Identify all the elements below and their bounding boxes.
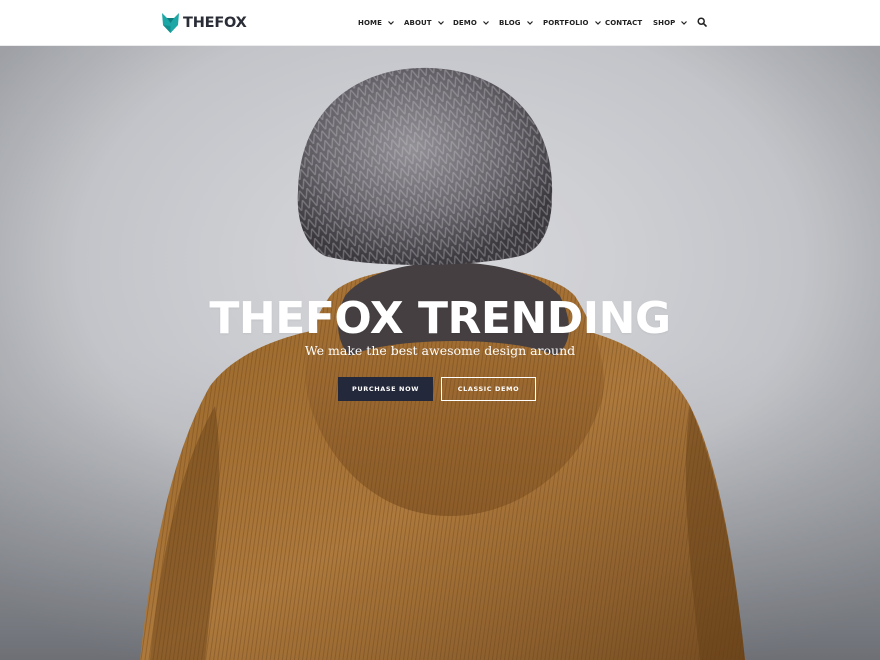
chevron-down-icon — [482, 21, 489, 25]
search-icon[interactable] — [697, 17, 707, 27]
main-nav: HOME ABOUT DEMO BLOG PORTFOLIO CONTACT S… — [0, 0, 880, 46]
hero-title: THEFOX TRENDING — [209, 293, 671, 344]
nav-item-portfolio[interactable]: PORTFOLIO — [543, 17, 602, 29]
nav-item-contact[interactable]: CONTACT — [605, 17, 642, 29]
chevron-down-icon — [681, 21, 688, 25]
nav-item-demo[interactable]: DEMO — [453, 17, 490, 29]
chevron-down-icon — [526, 21, 533, 25]
classic-demo-button[interactable]: CLASSIC DEMO — [441, 377, 536, 401]
chevron-down-icon — [388, 21, 394, 25]
chevron-down-icon — [594, 21, 601, 25]
nav-item-label: CONTACT — [605, 19, 643, 27]
nav-item-label: HOME — [358, 19, 382, 27]
nav-item-label: ABOUT — [404, 19, 432, 27]
nav-item-home[interactable]: HOME — [358, 17, 395, 29]
site-header: THEFOX HOME ABOUT DEMO BLOG PORTFOLIO CO… — [0, 0, 880, 46]
nav-item-shop[interactable]: SHOP — [653, 17, 688, 29]
hero-subtitle: We make the best awesome design around — [304, 343, 576, 358]
purchase-now-button[interactable]: PURCHASE NOW — [338, 377, 433, 401]
nav-item-about[interactable]: ABOUT — [404, 17, 445, 29]
nav-item-label: DEMO — [453, 19, 477, 27]
nav-item-label: BLOG — [499, 19, 521, 27]
hero-section: THEFOX TRENDING We make the best awesome… — [0, 46, 880, 660]
nav-item-blog[interactable]: BLOG — [499, 17, 534, 29]
nav-item-label: PORTFOLIO — [543, 19, 589, 27]
chevron-down-icon — [437, 21, 444, 25]
nav-item-label: SHOP — [653, 19, 676, 27]
